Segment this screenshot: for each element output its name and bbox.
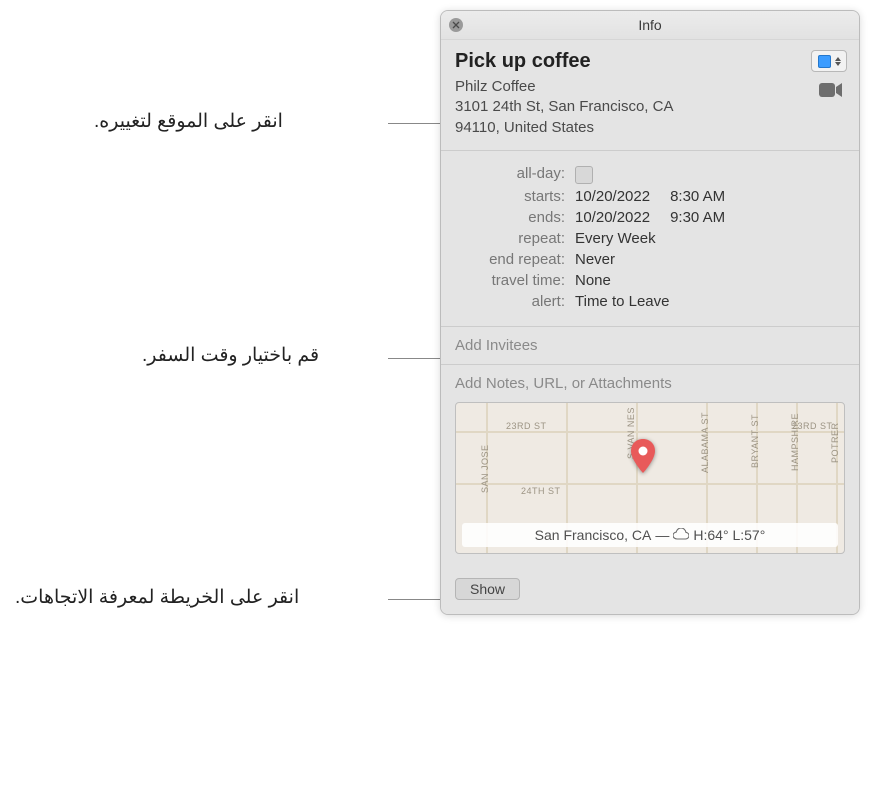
close-icon <box>452 21 460 29</box>
cloud-icon <box>673 528 689 542</box>
map-pin <box>631 439 655 478</box>
starts-label: starts: <box>455 188 575 205</box>
location-name: Philz Coffee <box>455 77 845 97</box>
weather-bar: San Francisco, CA — H:64° L:57° <box>462 523 838 547</box>
callout-location-line <box>388 123 440 125</box>
ends-date: 10/20/2022 <box>575 209 650 226</box>
traveltime-label: travel time: <box>455 272 575 289</box>
calendar-color-picker[interactable] <box>811 50 847 72</box>
map-road <box>456 483 844 485</box>
allday-label: all-day: <box>455 165 575 184</box>
callout-travel-line <box>388 358 448 360</box>
callout-map: انقر على الخريطة لمعرفة الاتجاهات. <box>15 586 299 609</box>
event-header: Pick up coffee Philz Coffee 3101 24th St… <box>441 40 859 151</box>
ends-time: 9:30 AM <box>670 209 725 226</box>
street-label: HAMPSHIRE <box>790 413 800 471</box>
callout-location: انقر على الموقع لتغييره. <box>94 110 283 133</box>
event-title[interactable]: Pick up coffee <box>455 50 845 73</box>
video-icon <box>819 82 843 98</box>
starts-value[interactable]: 10/20/2022 8:30 AM <box>575 188 725 205</box>
chevron-updown-icon <box>835 57 841 66</box>
map-road <box>456 431 844 433</box>
traveltime-value[interactable]: None <box>575 272 611 289</box>
notes-section: Add Notes, URL, or Attachments 23RD ST 2… <box>441 365 859 568</box>
repeat-value[interactable]: Every Week <box>575 230 656 247</box>
starts-time: 8:30 AM <box>670 188 725 205</box>
endrepeat-label: end repeat: <box>455 251 575 268</box>
street-label: SAN JOSE <box>480 444 490 493</box>
weather-sep: — <box>655 527 669 543</box>
callout-travel: قم باختيار وقت السفر. <box>142 344 319 367</box>
alert-value[interactable]: Time to Leave <box>575 293 670 310</box>
street-label: 24TH ST <box>521 486 561 496</box>
allday-checkbox[interactable] <box>575 166 593 184</box>
video-call-button[interactable] <box>819 82 843 103</box>
endrepeat-value[interactable]: Never <box>575 251 615 268</box>
street-label: POTRER <box>830 422 840 463</box>
street-label: BRYANT ST <box>750 414 760 468</box>
window-titlebar: Info <box>441 11 859 40</box>
weather-city: San Francisco, CA <box>535 527 652 543</box>
show-button[interactable]: Show <box>455 578 520 600</box>
repeat-label: repeat: <box>455 230 575 247</box>
street-label: ALABAMA ST <box>700 412 710 473</box>
color-swatch <box>818 55 831 68</box>
ends-label: ends: <box>455 209 575 226</box>
window-title: Info <box>638 17 661 33</box>
alert-label: alert: <box>455 293 575 310</box>
add-invitees-field[interactable]: Add Invitees <box>441 327 859 365</box>
event-location[interactable]: Philz Coffee 3101 24th St, San Francisco… <box>455 77 845 138</box>
location-addr-line2: 94110, United States <box>455 118 845 138</box>
close-button[interactable] <box>449 18 463 32</box>
event-info-window: Info Pick up coffee Philz Coffee 3101 24… <box>440 10 860 615</box>
street-label: 23RD ST <box>506 421 547 431</box>
location-addr-line1: 3101 24th St, San Francisco, CA <box>455 97 845 117</box>
weather-temps: H:64° L:57° <box>693 527 765 543</box>
event-map[interactable]: 23RD ST 23RD ST 24TH ST S VAN NES ALABAM… <box>455 402 845 554</box>
window-footer: Show <box>441 568 859 614</box>
pin-icon <box>631 439 655 473</box>
event-details: all-day: starts: 10/20/2022 8:30 AM ends… <box>441 151 859 327</box>
starts-date: 10/20/2022 <box>575 188 650 205</box>
add-notes-field[interactable]: Add Notes, URL, or Attachments <box>455 375 845 392</box>
ends-value[interactable]: 10/20/2022 9:30 AM <box>575 209 725 226</box>
